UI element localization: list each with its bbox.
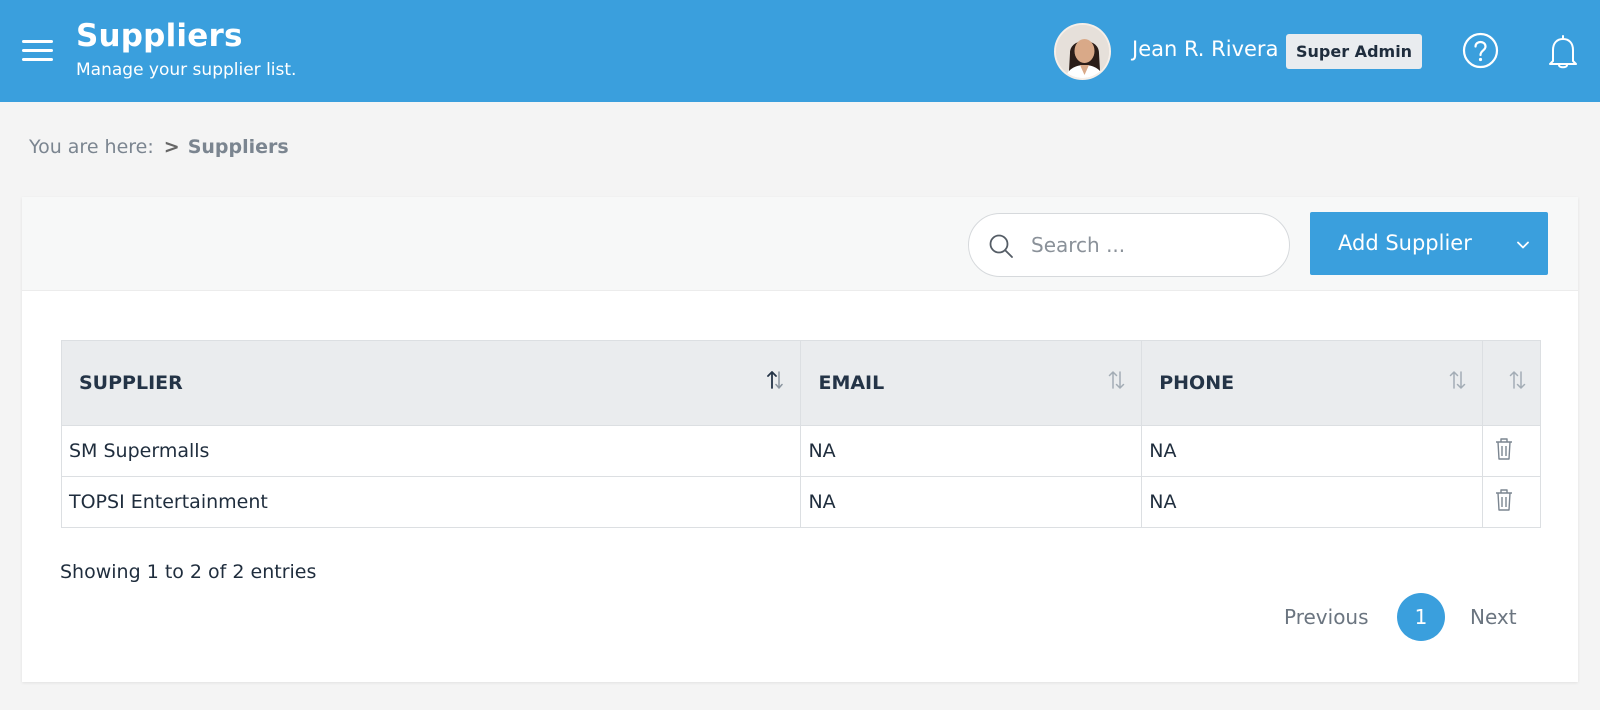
cell-actions — [1482, 476, 1541, 528]
cell-email: NA — [800, 476, 1143, 528]
cell-actions — [1482, 425, 1541, 477]
trash-icon[interactable] — [1495, 437, 1513, 461]
search-input[interactable] — [1031, 228, 1271, 262]
search-icon — [989, 234, 1013, 258]
cell-phone: NA — [1141, 476, 1484, 528]
add-supplier-button[interactable]: Add Supplier — [1310, 212, 1548, 275]
table-header-row: SUPPLIER EMAIL PHONE — [60, 340, 1541, 426]
column-header-actions[interactable] — [1482, 340, 1541, 426]
search-box[interactable] — [968, 213, 1290, 277]
suppliers-card: Add Supplier SUPPLIER EMAIL — [22, 197, 1578, 682]
trash-icon[interactable] — [1495, 488, 1513, 512]
add-supplier-label: Add Supplier — [1338, 231, 1472, 255]
column-header-phone[interactable]: PHONE — [1141, 340, 1484, 426]
column-header-email[interactable]: EMAIL — [800, 340, 1143, 426]
chevron-down-icon[interactable] — [1516, 238, 1530, 252]
sort-icon[interactable] — [1448, 369, 1466, 391]
table-row[interactable]: TOPSI Entertainment NA NA — [60, 476, 1541, 528]
breadcrumb-prefix: You are here: — [29, 136, 154, 158]
cell-email: NA — [800, 425, 1143, 477]
avatar[interactable] — [1054, 23, 1111, 80]
page-subtitle: Manage your supplier list. — [76, 60, 297, 80]
next-page-button[interactable]: Next — [1470, 605, 1517, 629]
sort-icon[interactable] — [1508, 369, 1526, 391]
previous-page-button[interactable]: Previous — [1284, 605, 1369, 629]
cell-supplier: SM Supermalls — [60, 425, 802, 477]
cell-supplier: TOPSI Entertainment — [60, 476, 802, 528]
column-header-supplier[interactable]: SUPPLIER — [60, 340, 802, 426]
table-row[interactable]: SM Supermalls NA NA — [60, 425, 1541, 477]
suppliers-table: SUPPLIER EMAIL PHONE SM Supermalls NA NA… — [60, 340, 1541, 528]
cell-phone: NA — [1141, 425, 1484, 477]
breadcrumb-separator: > — [163, 136, 180, 158]
top-header: Suppliers Manage your supplier list. Jea… — [0, 0, 1600, 102]
role-badge: Super Admin — [1286, 34, 1423, 69]
sort-icon[interactable] — [1107, 369, 1125, 391]
page-title: Suppliers — [76, 18, 243, 54]
sort-asc-icon[interactable] — [766, 369, 784, 391]
menu-icon[interactable] — [22, 40, 53, 62]
bell-icon[interactable] — [1545, 33, 1581, 70]
user-name[interactable]: Jean R. Rivera — [1132, 37, 1278, 61]
help-icon[interactable] — [1462, 32, 1499, 69]
page-number-button[interactable]: 1 — [1397, 593, 1445, 641]
breadcrumb: You are here: > Suppliers — [29, 136, 289, 158]
breadcrumb-current: Suppliers — [187, 136, 289, 158]
card-toolbar: Add Supplier — [22, 197, 1578, 291]
entries-info: Showing 1 to 2 of 2 entries — [60, 561, 317, 583]
